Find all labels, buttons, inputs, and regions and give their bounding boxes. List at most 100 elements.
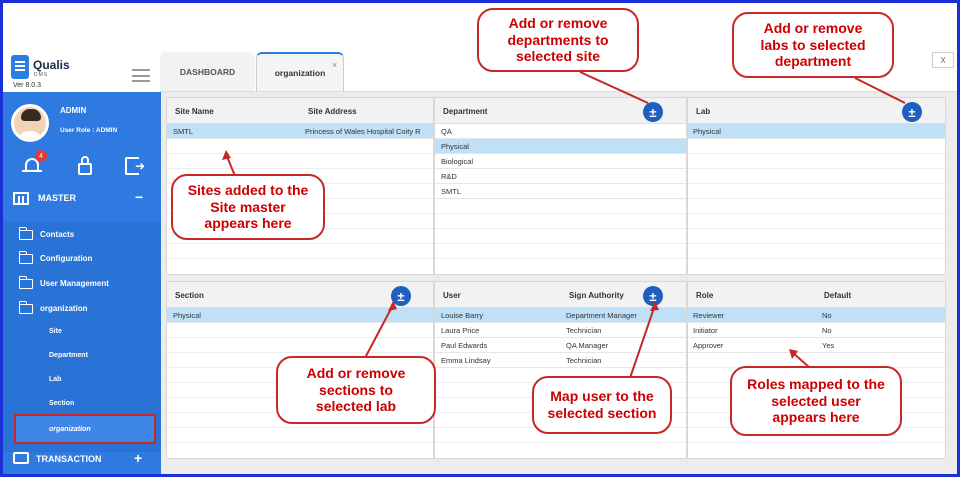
callout-departments: Add or remove departments to selected si… (477, 8, 639, 72)
table-row[interactable]: Approver Yes (688, 338, 945, 353)
folder-icon (18, 227, 33, 240)
table-row[interactable]: Paul Edwards QA Manager (435, 338, 686, 353)
col-header-user: User (443, 291, 461, 300)
tab-organization[interactable]: organization (256, 52, 344, 91)
role-panel-header: Role Default (688, 282, 945, 308)
list-item[interactable]: Physical (167, 308, 433, 323)
transaction-expand-icon[interactable]: + (134, 450, 142, 466)
callout-map-user: Map user to the selected section (532, 376, 672, 434)
sidebar-subitem-site[interactable]: Site (3, 324, 161, 344)
sidebar-master[interactable]: MASTER − (3, 188, 161, 210)
cell-sign-authority: QA Manager (566, 341, 609, 350)
cell-section: Physical (173, 311, 201, 320)
callout-line: Add or remove (763, 19, 863, 36)
callout-line: selected user (771, 392, 861, 409)
callout-roles: Roles mapped to the selected user appear… (730, 366, 902, 436)
folder-icon (18, 276, 33, 289)
cell-user: Laura Price (441, 326, 480, 335)
callout-line: Add or remove (508, 14, 608, 31)
col-header-department: Department (443, 107, 488, 116)
sidebar-item-label: User Management (40, 279, 109, 288)
cell-default: No (822, 311, 832, 320)
cell-lab: Physical (693, 127, 721, 136)
cell-default: No (822, 326, 832, 335)
add-section-button[interactable]: ± (391, 286, 411, 306)
callout-line: Add or remove (306, 364, 406, 381)
list-item[interactable]: Physical (688, 124, 945, 139)
notification-bell-icon[interactable]: 4 (21, 150, 47, 178)
sidebar-subitem-department[interactable]: Department (3, 348, 161, 368)
map-user-button[interactable]: ± (643, 286, 663, 306)
callout-line: labs to selected (760, 36, 866, 53)
sidebar-subitem-label: Lab (49, 376, 62, 383)
callout-line: Roles mapped to the (747, 375, 885, 392)
folder-icon (18, 251, 33, 264)
lock-icon[interactable] (75, 154, 99, 178)
callout-line: appears here (204, 215, 292, 232)
table-row[interactable]: Laura Price Technician (435, 323, 686, 338)
sidebar-item-configuration[interactable]: Configuration (3, 250, 161, 270)
cell-department: R&D (441, 172, 457, 181)
cell-department: SMTL (441, 187, 462, 196)
avatar (11, 104, 49, 142)
cell-user: Louise Barry (441, 311, 484, 320)
sidebar-item-user-management[interactable]: User Management (3, 275, 161, 295)
sidebar-subitem-label: organization (49, 426, 91, 433)
transaction-icon (13, 452, 29, 464)
add-department-button[interactable]: ± (643, 102, 663, 122)
list-item[interactable]: Biological (435, 154, 686, 169)
section-panel-header: Section ± (167, 282, 433, 308)
hamburger-menu-icon[interactable] (132, 69, 150, 82)
sidebar-subitem-organization[interactable]: organization (14, 414, 156, 444)
sidebar-subitem-label: Department (49, 352, 88, 359)
list-item[interactable]: QA (435, 124, 686, 139)
transaction-label: TRANSACTION (36, 454, 102, 464)
sidebar-item-contacts[interactable]: Contacts (3, 226, 161, 246)
cell-site-address: Princess of Wales Hospital Coity R (305, 127, 421, 136)
notification-badge: 4 (35, 150, 47, 162)
col-header-sign-authority: Sign Authority (569, 291, 624, 300)
cell-department: Physical (441, 142, 469, 151)
cell-department: QA (441, 127, 452, 136)
version-label: Ver 8.0.3 (13, 82, 42, 89)
window-close-button[interactable]: X (932, 52, 954, 68)
master-collapse-icon[interactable]: − (135, 189, 143, 205)
col-header-site-address: Site Address (308, 107, 357, 116)
master-label: MASTER (38, 193, 76, 203)
callout-labs: Add or remove labs to selected departmen… (732, 12, 894, 78)
table-row[interactable]: Louise Barry Department Manager (435, 308, 686, 323)
cell-role: Reviewer (693, 311, 725, 320)
sidebar-subitem-section[interactable]: Section (3, 396, 161, 416)
table-row[interactable]: Initiator No (688, 323, 945, 338)
list-item[interactable]: Physical (435, 139, 686, 154)
list-item[interactable]: R&D (435, 169, 686, 184)
callout-line: Site master (210, 198, 286, 215)
callout-line: department (774, 53, 852, 70)
callout-line: departments to (507, 31, 609, 48)
table-row[interactable]: Reviewer No (688, 308, 945, 323)
col-header-default: Default (824, 291, 852, 300)
sidebar-subitem-label: Site (49, 328, 62, 335)
lab-panel: Lab ± Physical (687, 97, 946, 275)
col-header-site-name: Site Name (175, 107, 214, 116)
tab-dashboard[interactable]: DASHBOARD (160, 52, 255, 91)
list-item[interactable]: SMTL (435, 184, 686, 199)
user-panel-header: User Sign Authority ± (435, 282, 686, 308)
cell-user: Emma Lindsay (441, 356, 491, 365)
add-lab-button[interactable]: ± (902, 102, 922, 122)
sidebar-transaction[interactable]: TRANSACTION + (3, 448, 161, 472)
tab-close-icon[interactable]: × (332, 60, 337, 70)
sidebar-item-label: organization (40, 304, 88, 313)
callout-line: Sites added to the (187, 181, 309, 198)
table-row[interactable]: Emma Lindsay Technician (435, 353, 686, 368)
sidebar-subitem-label: Section (49, 400, 75, 407)
user-role: User Role : ADMIN (60, 127, 118, 134)
logout-icon[interactable]: ➜ (123, 154, 147, 178)
cell-user: Paul Edwards (441, 341, 488, 350)
department-panel-header: Department ± (435, 98, 686, 124)
qualis-logo-icon (11, 55, 29, 79)
callout-line: selected section (547, 405, 657, 421)
sidebar-item-organization[interactable]: organization (3, 300, 161, 320)
sidebar-subitem-lab[interactable]: Lab (3, 372, 161, 392)
table-row[interactable]: SMTL Princess of Wales Hospital Coity R (167, 124, 433, 139)
